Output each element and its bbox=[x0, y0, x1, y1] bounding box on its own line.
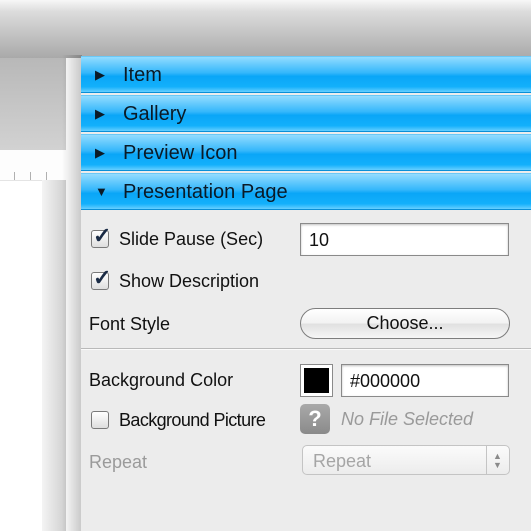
panel-shadow bbox=[62, 55, 82, 531]
question-mark-glyph: ? bbox=[308, 406, 322, 431]
section-label: Item bbox=[123, 64, 162, 86]
disclosure-right-icon: ▶ bbox=[95, 67, 105, 82]
background-picture-checkbox[interactable] bbox=[91, 411, 109, 429]
choose-font-button-label: Choose... bbox=[366, 313, 444, 333]
down-arrow-icon: ▼ bbox=[493, 460, 502, 470]
ruler-tick bbox=[46, 172, 47, 180]
background-color-hex-field[interactable]: #000000 bbox=[341, 364, 509, 397]
choose-font-button[interactable]: Choose... bbox=[300, 308, 510, 339]
background-color-hex-value: #000000 bbox=[350, 371, 421, 391]
section-label: Gallery bbox=[123, 103, 187, 125]
section-label: Presentation Page bbox=[123, 181, 288, 203]
disclosure-down-icon: ▼ bbox=[95, 184, 108, 199]
ruler-tick bbox=[30, 172, 31, 180]
disclosure-right-icon: ▶ bbox=[95, 145, 105, 160]
section-header-presentation-page[interactable]: ▼ Presentation Page bbox=[81, 173, 531, 210]
slide-pause-field[interactable]: 10 bbox=[300, 223, 509, 256]
document-top-shade bbox=[0, 58, 66, 150]
repeat-popup[interactable]: Repeat ▲ ▼ bbox=[302, 445, 510, 475]
repeat-label: Repeat bbox=[89, 452, 148, 472]
disclosure-right-icon: ▶ bbox=[95, 106, 105, 121]
stepper-arrows-icon: ▲ ▼ bbox=[486, 446, 509, 474]
section-label: Preview Icon bbox=[123, 142, 238, 164]
window-toolbar bbox=[0, 0, 531, 58]
color-swatch bbox=[304, 368, 329, 393]
slide-pause-value: 10 bbox=[309, 230, 330, 250]
show-description-checkbox[interactable]: ✓ bbox=[91, 266, 111, 290]
checkmark-icon: ✓ bbox=[93, 265, 112, 290]
section-header-gallery[interactable]: ▶ Gallery bbox=[81, 95, 531, 132]
inspector-panel: ▶ Item ▶ Gallery ▶ Preview Icon ▼ Presen… bbox=[81, 56, 531, 531]
section-header-item[interactable]: ▶ Item bbox=[81, 56, 531, 93]
no-file-selected-text: No File Selected bbox=[341, 409, 474, 429]
background-color-well[interactable] bbox=[300, 364, 333, 397]
divider-highlight bbox=[81, 349, 531, 350]
ruler-tick bbox=[14, 172, 15, 180]
section-header-preview-icon[interactable]: ▶ Preview Icon bbox=[81, 134, 531, 171]
background-color-label: Background Color bbox=[89, 370, 234, 390]
background-picture-label: Background Picture bbox=[119, 410, 266, 430]
show-description-label: Show Description bbox=[119, 271, 260, 291]
question-icon[interactable]: ? bbox=[300, 404, 330, 434]
slide-pause-checkbox[interactable]: ✓ bbox=[91, 224, 111, 248]
slide-pause-label: Slide Pause (Sec) bbox=[119, 229, 264, 249]
font-style-label: Font Style bbox=[89, 314, 171, 334]
repeat-popup-value: Repeat bbox=[313, 451, 372, 471]
checkmark-icon: ✓ bbox=[93, 223, 112, 248]
ruler bbox=[0, 150, 66, 181]
